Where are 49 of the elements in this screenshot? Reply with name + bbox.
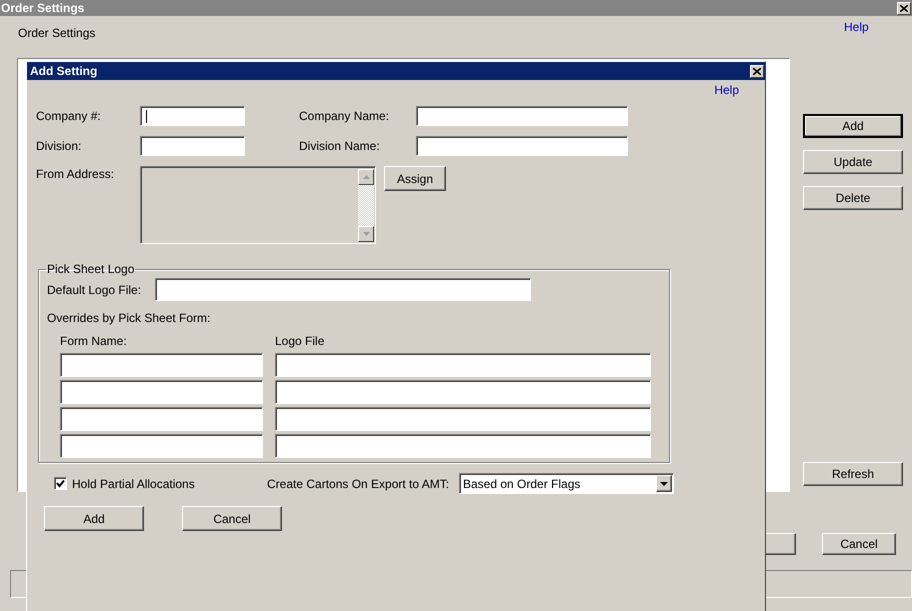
company-number-field[interactable] — [140, 106, 245, 126]
add-button[interactable]: Add — [44, 506, 144, 531]
cartons-dropdown[interactable]: Based on Order Flags — [459, 473, 674, 494]
division-name-field[interactable] — [416, 136, 628, 156]
close-icon — [753, 68, 761, 74]
up-arrow-icon — [362, 175, 370, 179]
help-link[interactable]: Help — [844, 20, 869, 34]
refresh-button[interactable]: Refresh — [803, 462, 903, 486]
form-name-field[interactable] — [60, 434, 263, 458]
column-header: Form Name: — [60, 334, 128, 347]
division-field[interactable] — [140, 136, 245, 156]
page-heading: Order Settings — [18, 26, 96, 40]
window-title: Order Settings — [0, 1, 84, 15]
close-button[interactable] — [750, 64, 764, 78]
field-label: Division: — [36, 139, 82, 153]
caret-icon — [660, 482, 668, 486]
field-label: Default Logo File: — [47, 282, 142, 296]
field-label: Company #: — [36, 109, 102, 123]
company-name-field[interactable] — [416, 106, 628, 126]
field-label: Division Name: — [299, 139, 381, 153]
field-label: From Address: — [36, 166, 116, 181]
logo-file-field[interactable] — [275, 380, 651, 404]
checkbox-label: Hold Partial Allocations — [72, 476, 196, 490]
field-label: Company Name: — [299, 109, 390, 123]
scrollbar[interactable] — [358, 169, 374, 242]
group-title: Pick Sheet Logo — [46, 262, 136, 276]
section-label: Overrides by Pick Sheet Form: — [47, 311, 212, 325]
form-name-field[interactable] — [60, 353, 263, 377]
side-button[interactable]: Update — [803, 150, 903, 174]
address-field[interactable] — [140, 166, 376, 244]
close-button[interactable] — [897, 2, 911, 14]
form-name-field[interactable] — [60, 407, 263, 431]
cancel-button[interactable]: Cancel — [182, 506, 282, 531]
logo-file-field[interactable] — [155, 278, 531, 301]
assign-button[interactable]: Assign — [384, 166, 446, 191]
column-header: Logo File — [275, 334, 326, 347]
dialog-title: Add Setting — [29, 64, 98, 78]
close-icon — [900, 4, 908, 12]
field-label: Create Cartons On Export to AMT: — [267, 476, 450, 490]
logo-file-field[interactable] — [275, 434, 651, 458]
side-button[interactable]: Add — [803, 114, 903, 138]
form-name-field[interactable] — [60, 380, 263, 404]
side-button[interactable]: Delete — [803, 186, 903, 210]
logo-file-field[interactable] — [275, 353, 651, 377]
logo-file-field[interactable] — [275, 407, 651, 431]
help-link[interactable]: Help — [714, 83, 739, 98]
checkbox[interactable] — [54, 477, 67, 490]
down-arrow-icon — [362, 232, 370, 236]
cancel-button[interactable]: Cancel — [822, 533, 896, 555]
